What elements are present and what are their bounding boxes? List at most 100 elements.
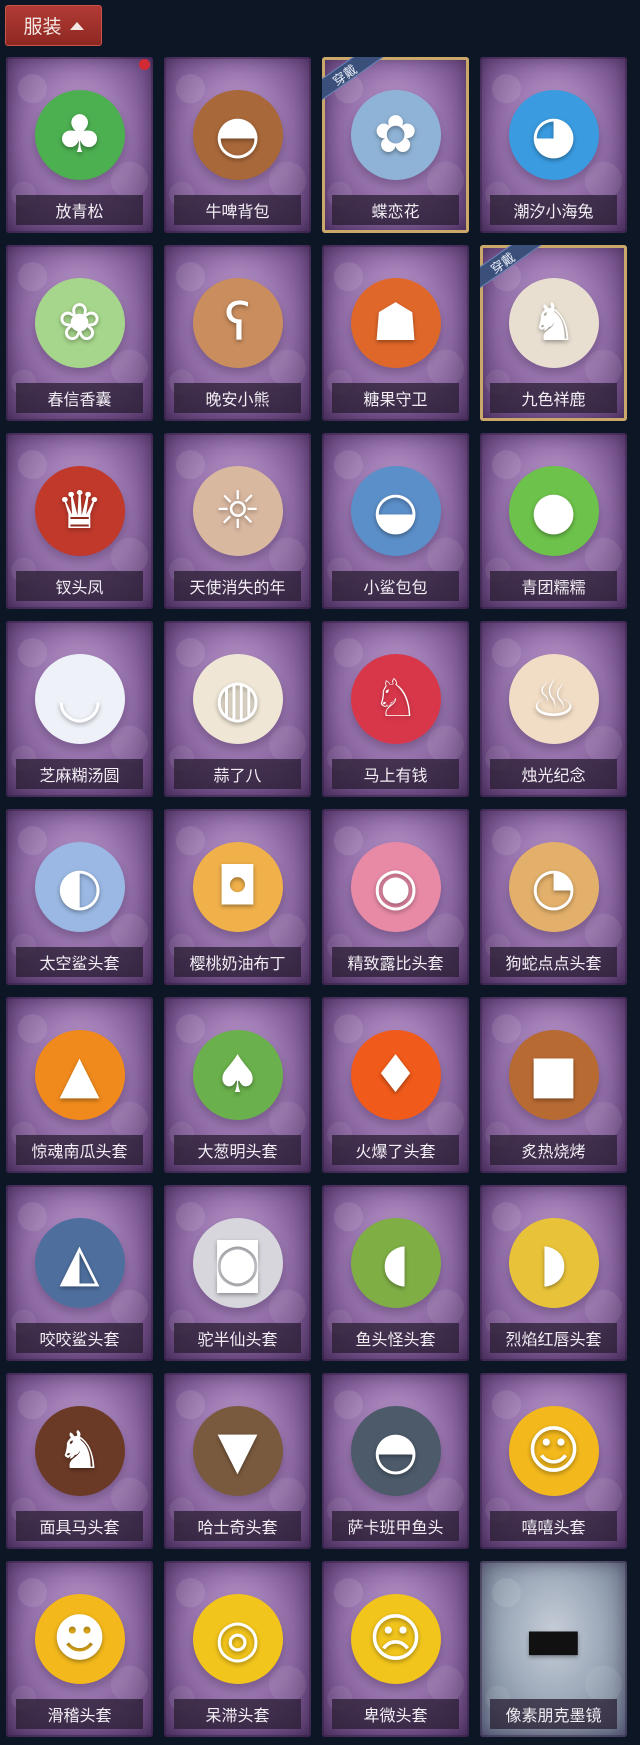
item-name: 像素朋克墨镜 [490, 1699, 617, 1729]
item-name: 牛啤背包 [174, 195, 301, 225]
stare-emoji-icon: ◎ [192, 1594, 283, 1684]
item-card[interactable]: ◡ 芝麻糊汤圆 [6, 621, 153, 797]
humble-emoji-icon: ☹ [350, 1594, 441, 1684]
item-name: 滑稽头套 [16, 1699, 143, 1729]
item-card[interactable]: ☗ 糖果守卫 [322, 245, 469, 421]
item-name: 精致露比头套 [332, 947, 459, 977]
item-card[interactable]: ◓ 牛啤背包 [164, 57, 311, 233]
item-name: 炙热烧烤 [490, 1135, 617, 1165]
item-name: 小鲨包包 [332, 571, 459, 601]
phoenix-crown-icon: ♛ [34, 466, 125, 556]
wreath-icon: ✿ [350, 90, 441, 180]
item-card[interactable]: ◍ 蒜了八 [164, 621, 311, 797]
scallion-icon: ♠ [192, 1030, 283, 1120]
candle-icon: ♨ [508, 654, 599, 744]
horse-mask-icon: ♞ [34, 1406, 125, 1496]
space-shark-icon: ◐ [34, 842, 125, 932]
item-card[interactable]: ♣ 放青松 [6, 57, 153, 233]
smirk-emoji-icon: ☻ [34, 1594, 125, 1684]
outfit-category-label: 服装 [23, 16, 62, 38]
barrel-icon: ◓ [192, 90, 283, 180]
jack-o-lantern-icon: ▲ [34, 1030, 125, 1120]
item-name: 潮汐小海兔 [490, 195, 617, 225]
item-card[interactable]: ʕ 晚安小熊 [164, 245, 311, 421]
item-name: 蝶恋花 [332, 195, 459, 225]
item-card[interactable]: ☹ 卑微头套 [322, 1561, 469, 1737]
item-card[interactable]: ♘ 马上有钱 [322, 621, 469, 797]
item-card[interactable]: ▬ 像素朋克墨镜 [480, 1561, 627, 1737]
dog-snake-icon: ◔ [508, 842, 599, 932]
item-card[interactable]: ◉ 精致露比头套 [322, 809, 469, 985]
item-card[interactable]: ● 青团糯糯 [480, 433, 627, 609]
green-dumpling-icon: ● [508, 466, 599, 556]
item-card[interactable]: ♞ 面具马头套 [6, 1373, 153, 1549]
yellow-mask-icon: ◗ [508, 1218, 599, 1308]
item-card[interactable]: ◗ 烈焰红唇头套 [480, 1185, 627, 1361]
alpaca-sunglasses-icon: ◙ [192, 1218, 283, 1308]
item-card[interactable]: ◎ 呆滞头套 [164, 1561, 311, 1737]
grin-emoji-icon: ☺ [508, 1406, 599, 1496]
item-name: 狗蛇点点头套 [490, 947, 617, 977]
bbq-meat-icon: ■ [508, 1030, 599, 1120]
item-name: 晚安小熊 [174, 383, 301, 413]
item-card[interactable]: ◐ 太空鲨头套 [6, 809, 153, 985]
item-card[interactable]: ◓ 萨卡班甲鱼头 [322, 1373, 469, 1549]
pink-beaver-icon: ◉ [350, 842, 441, 932]
item-card[interactable]: ◒ 小鲨包包 [322, 433, 469, 609]
item-name: 樱桃奶油布丁 [174, 947, 301, 977]
item-name: 萨卡班甲鱼头 [332, 1511, 459, 1541]
pumpkin-guard-icon: ☗ [350, 278, 441, 368]
item-card[interactable]: ♠ 大葱明头套 [164, 997, 311, 1173]
item-name: 驼半仙头套 [174, 1323, 301, 1353]
item-name: 糖果守卫 [332, 383, 459, 413]
item-card[interactable]: ☺ 嘻嘻头套 [480, 1373, 627, 1549]
item-card[interactable]: ◔ 狗蛇点点头套 [480, 809, 627, 985]
item-name: 面具马头套 [16, 1511, 143, 1541]
husky-icon: ▼ [192, 1406, 283, 1496]
chevron-up-icon [69, 21, 84, 30]
item-name: 火爆了头套 [332, 1135, 459, 1165]
item-name: 嘻嘻头套 [490, 1511, 617, 1541]
item-name: 哈士奇头套 [174, 1511, 301, 1541]
item-name: 烛光纪念 [490, 759, 617, 789]
garlic-icon: ◍ [192, 654, 283, 744]
item-name: 大葱明头套 [174, 1135, 301, 1165]
item-card[interactable]: ◕ 潮汐小海兔 [480, 57, 627, 233]
item-card[interactable]: ◙ 驼半仙头套 [164, 1185, 311, 1361]
item-name: 烈焰红唇头套 [490, 1323, 617, 1353]
item-card[interactable]: ◘ 樱桃奶油布丁 [164, 809, 311, 985]
item-name: 卑微头套 [332, 1699, 459, 1729]
item-name: 春信香囊 [16, 383, 143, 413]
tree-icon: ♣ [34, 90, 125, 180]
new-item-dot [139, 59, 150, 70]
item-card[interactable]: ❀ 春信香囊 [6, 245, 153, 421]
item-name: 钗头凤 [16, 571, 143, 601]
item-card[interactable]: ♞ 九色祥鹿 穿戴 [480, 245, 627, 421]
item-card[interactable]: ♛ 钗头凤 [6, 433, 153, 609]
item-name: 太空鲨头套 [16, 947, 143, 977]
fish-head-icon: ◖ [350, 1218, 441, 1308]
item-card[interactable]: ■ 炙热烧烤 [480, 997, 627, 1173]
item-name: 鱼头怪头套 [332, 1323, 459, 1353]
item-card[interactable]: ▲ 惊魂南瓜头套 [6, 997, 153, 1173]
outfit-category-toggle[interactable]: 服装 [5, 5, 102, 46]
deer-icon: ♞ [508, 278, 599, 368]
item-name: 青团糯糯 [490, 571, 617, 601]
biting-shark-icon: ◭ [34, 1218, 125, 1308]
pudding-icon: ◘ [192, 842, 283, 932]
item-card[interactable]: ✿ 蝶恋花 穿戴 [322, 57, 469, 233]
item-card[interactable]: ☼ 天使消失的年 [164, 433, 311, 609]
shark-bag-icon: ◒ [350, 466, 441, 556]
item-card[interactable]: ♨ 烛光纪念 [480, 621, 627, 797]
item-card[interactable]: ☻ 滑稽头套 [6, 1561, 153, 1737]
item-card[interactable]: ♦ 火爆了头套 [322, 997, 469, 1173]
pixel-sunglasses-icon: ▬ [523, 1602, 584, 1676]
item-name: 马上有钱 [332, 759, 459, 789]
angel-girl-icon: ☼ [192, 466, 283, 556]
item-card[interactable]: ◭ 咬咬鲨头套 [6, 1185, 153, 1361]
item-card[interactable]: ▼ 哈士奇头套 [164, 1373, 311, 1549]
item-name: 呆滞头套 [174, 1699, 301, 1729]
item-card[interactable]: ◖ 鱼头怪头套 [322, 1185, 469, 1361]
bear-icon: ʕ [192, 278, 283, 368]
rice-ball-icon: ◡ [34, 654, 125, 744]
